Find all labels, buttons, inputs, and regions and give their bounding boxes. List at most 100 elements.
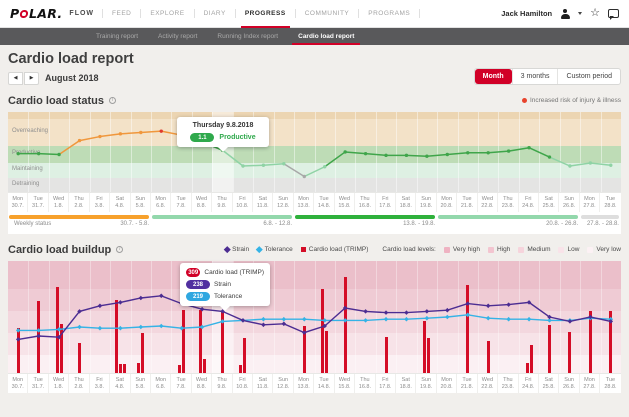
chevron-down-icon[interactable] bbox=[578, 12, 582, 15]
tolerance-point[interactable] bbox=[200, 325, 205, 330]
strain-point[interactable] bbox=[425, 309, 430, 314]
nav-item-feed[interactable]: FEED bbox=[103, 0, 140, 28]
strain-point[interactable] bbox=[363, 309, 368, 314]
tolerance-point[interactable] bbox=[159, 324, 164, 329]
user-name[interactable]: Jack Hamilton bbox=[501, 9, 552, 18]
tolerance-point[interactable] bbox=[36, 328, 41, 333]
tolerance-point[interactable] bbox=[384, 317, 389, 322]
strain-point[interactable] bbox=[261, 323, 266, 328]
status-point[interactable] bbox=[507, 149, 510, 152]
strain-point[interactable] bbox=[98, 304, 103, 309]
strain-point[interactable] bbox=[302, 330, 307, 335]
tolerance-point[interactable] bbox=[363, 318, 368, 323]
status-point[interactable] bbox=[139, 131, 142, 134]
axis-day-28-8-: Tue28.8. bbox=[600, 193, 620, 212]
status-point[interactable] bbox=[568, 164, 571, 167]
tolerance-point[interactable] bbox=[527, 317, 532, 322]
status-point[interactable] bbox=[17, 152, 20, 155]
strain-point[interactable] bbox=[118, 300, 123, 305]
nav-item-community[interactable]: COMMUNITY bbox=[296, 0, 359, 28]
strain-point[interactable] bbox=[36, 334, 41, 339]
tolerance-point[interactable] bbox=[465, 313, 470, 318]
strain-point[interactable] bbox=[16, 337, 21, 342]
next-month-button[interactable]: ▶ bbox=[24, 72, 39, 85]
status-point[interactable] bbox=[98, 135, 101, 138]
period-button-custom-period[interactable]: Custom period bbox=[557, 69, 620, 84]
strain-point[interactable] bbox=[139, 296, 144, 301]
period-button-3-months[interactable]: 3 months bbox=[512, 69, 558, 84]
strain-point[interactable] bbox=[159, 294, 164, 299]
tolerance-point[interactable] bbox=[404, 317, 409, 322]
info-icon[interactable] bbox=[116, 246, 123, 253]
cardio-load-status-chart[interactable]: Thursday 9.8.2018 1.1 Productive Overrea… bbox=[8, 112, 621, 192]
status-point[interactable] bbox=[303, 175, 306, 178]
tolerance-point[interactable] bbox=[77, 325, 82, 330]
nav-item-progress[interactable]: PROGRESS bbox=[236, 0, 295, 28]
status-point[interactable] bbox=[446, 153, 449, 156]
status-point[interactable] bbox=[119, 132, 122, 135]
axis-date: 30.7. bbox=[8, 384, 27, 391]
status-point[interactable] bbox=[425, 155, 428, 158]
status-point[interactable] bbox=[466, 151, 469, 154]
axis-day-24-8-: Fri24.8. bbox=[519, 193, 539, 212]
tolerance-point[interactable] bbox=[16, 328, 21, 333]
strain-point[interactable] bbox=[384, 310, 389, 315]
tolerance-point[interactable] bbox=[425, 316, 430, 321]
info-icon[interactable] bbox=[109, 97, 116, 104]
tolerance-point[interactable] bbox=[179, 326, 184, 331]
tolerance-point[interactable] bbox=[57, 327, 62, 332]
favorites-star-icon[interactable]: ☆ bbox=[590, 8, 600, 19]
strain-point[interactable] bbox=[282, 322, 287, 327]
status-point[interactable] bbox=[405, 154, 408, 157]
tolerance-point[interactable] bbox=[445, 315, 450, 320]
strain-point[interactable] bbox=[445, 308, 450, 313]
tolerance-point[interactable] bbox=[322, 318, 327, 323]
status-point[interactable] bbox=[282, 162, 285, 165]
strain-point[interactable] bbox=[465, 301, 470, 306]
axis-date: 10.8. bbox=[233, 203, 252, 210]
cardio-load-buildup-chart[interactable]: 309Cardio load (TRIMP)238Strain219Tolera… bbox=[8, 261, 621, 373]
strain-point[interactable] bbox=[486, 304, 491, 309]
status-point[interactable] bbox=[343, 150, 346, 153]
feedback-chat-icon[interactable] bbox=[608, 9, 619, 18]
tolerance-point[interactable] bbox=[302, 317, 307, 322]
strain-point[interactable] bbox=[506, 302, 511, 307]
status-point[interactable] bbox=[160, 129, 163, 132]
nav-item-diary[interactable]: DIARY bbox=[195, 0, 235, 28]
tab-activity-report[interactable]: Activity report bbox=[148, 28, 207, 45]
status-point[interactable] bbox=[241, 164, 244, 167]
tolerance-point[interactable] bbox=[261, 317, 266, 322]
strain-point[interactable] bbox=[200, 307, 205, 312]
status-point[interactable] bbox=[364, 152, 367, 155]
status-point[interactable] bbox=[37, 152, 40, 155]
status-point[interactable] bbox=[548, 155, 551, 158]
status-point[interactable] bbox=[486, 151, 489, 154]
status-point[interactable] bbox=[78, 139, 81, 142]
tolerance-point[interactable] bbox=[486, 316, 491, 321]
status-point[interactable] bbox=[609, 164, 612, 167]
polar-logo[interactable]: PLAR. FLOW bbox=[10, 6, 94, 21]
user-icon[interactable] bbox=[560, 9, 570, 19]
period-button-month[interactable]: Month bbox=[475, 69, 512, 84]
strain-point[interactable] bbox=[241, 318, 246, 323]
tolerance-point[interactable] bbox=[282, 317, 287, 322]
tolerance-point[interactable] bbox=[139, 325, 144, 330]
tab-running-index-report[interactable]: Running Index report bbox=[207, 28, 288, 45]
status-point[interactable] bbox=[57, 153, 60, 156]
tolerance-point[interactable] bbox=[506, 317, 511, 322]
tab-training-report[interactable]: Training report bbox=[86, 28, 148, 45]
nav-item-programs[interactable]: PROGRAMS bbox=[359, 0, 419, 28]
previous-month-button[interactable]: ◀ bbox=[8, 72, 23, 85]
strain-point[interactable] bbox=[404, 310, 409, 315]
status-point[interactable] bbox=[323, 165, 326, 168]
status-point[interactable] bbox=[589, 161, 592, 164]
status-point[interactable] bbox=[384, 154, 387, 157]
nav-item-explore[interactable]: EXPLORE bbox=[141, 0, 193, 28]
status-point[interactable] bbox=[262, 164, 265, 167]
tolerance-point[interactable] bbox=[220, 319, 225, 324]
status-point[interactable] bbox=[527, 146, 530, 149]
tolerance-point[interactable] bbox=[98, 326, 103, 331]
tab-cardio-load-report[interactable]: Cardio load report bbox=[288, 28, 364, 45]
tolerance-point[interactable] bbox=[118, 326, 123, 331]
tolerance-point[interactable] bbox=[343, 318, 348, 323]
